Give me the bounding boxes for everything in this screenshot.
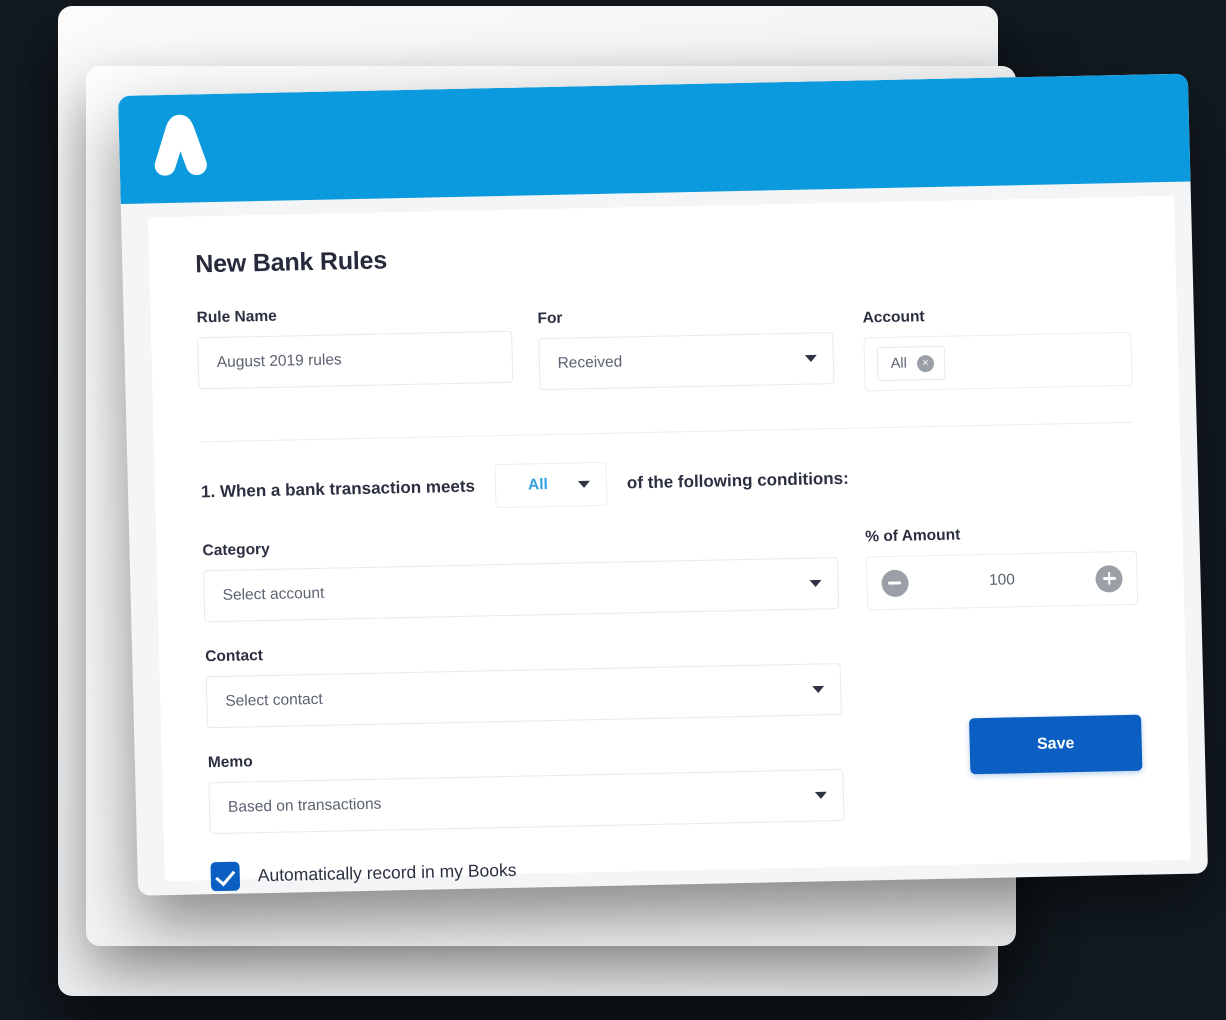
account-chip-all[interactable]: All ×	[876, 345, 946, 382]
app-header-bar	[118, 73, 1191, 204]
save-button[interactable]: Save	[969, 714, 1143, 775]
rule-name-group: Rule Name August 2019 rules	[196, 303, 514, 390]
auto-record-checkbox[interactable]	[210, 861, 241, 892]
for-group: For Received	[537, 296, 835, 391]
auto-record-label: Automatically record in my Books	[257, 859, 517, 886]
percent-of-amount-label: % of Amount	[865, 526, 961, 546]
memo-select-value: Based on transactions	[227, 795, 382, 816]
chevron-down-icon	[577, 480, 591, 488]
chevron-down-icon	[809, 579, 822, 588]
caret-a-logo-icon	[154, 114, 207, 176]
conditions-sentence: 1. When a bank transaction meets All of …	[200, 451, 1135, 515]
condition-fields-column: Category Select account Contact Select c…	[202, 529, 845, 860]
category-label: Category	[202, 540, 270, 560]
chevron-down-icon	[812, 685, 825, 694]
top-field-row: Rule Name August 2019 rules For Received…	[196, 290, 1133, 406]
chevron-down-icon	[804, 354, 817, 363]
plus-circle-icon[interactable]	[1095, 564, 1123, 593]
percent-of-amount-stepper: 100	[865, 550, 1139, 611]
minus-circle-icon[interactable]	[881, 569, 909, 597]
account-group: Account All ×	[862, 290, 1133, 392]
contact-select[interactable]: Select contact	[205, 662, 842, 729]
percent-of-amount-value[interactable]: 100	[908, 570, 1096, 592]
contact-group: Contact Select contact	[205, 635, 842, 729]
close-circle-icon[interactable]: ×	[916, 354, 935, 372]
memo-label: Memo	[207, 753, 253, 772]
account-token-field[interactable]: All ×	[863, 331, 1133, 392]
account-chip-label: All	[890, 355, 908, 372]
application-window: New Bank Rules Rule Name August 2019 rul…	[118, 73, 1209, 896]
match-type-select[interactable]: All	[494, 461, 608, 509]
page-title: New Bank Rules	[194, 246, 388, 279]
match-type-value: All	[527, 476, 549, 494]
auto-record-group[interactable]: Automatically record in my Books	[210, 856, 517, 892]
chevron-down-icon	[814, 791, 827, 800]
form-panel: New Bank Rules Rule Name August 2019 rul…	[148, 195, 1191, 892]
category-select[interactable]: Select account	[203, 557, 840, 623]
category-group: Category Select account	[202, 529, 840, 623]
memo-select[interactable]: Based on transactions	[208, 768, 845, 835]
conditions-body: Category Select account Contact Select c…	[202, 523, 1144, 860]
for-select-value: Received	[557, 353, 623, 372]
account-label: Account	[862, 308, 925, 327]
category-select-value: Select account	[222, 584, 325, 604]
percent-of-amount-column: % of Amount 100	[865, 523, 1144, 847]
contact-select-value: Select contact	[225, 690, 323, 710]
rule-name-label: Rule Name	[196, 307, 277, 327]
conditions-prefix-text: 1. When a bank transaction meets	[200, 476, 476, 502]
contact-label: Contact	[205, 647, 264, 666]
for-label: For	[537, 309, 563, 328]
section-divider	[199, 421, 1134, 443]
for-select[interactable]: Received	[537, 332, 835, 391]
rule-name-input[interactable]: August 2019 rules	[197, 330, 514, 390]
memo-group: Memo Based on transactions	[207, 741, 845, 835]
scene: New Bank Rules Rule Name August 2019 rul…	[0, 0, 1226, 1020]
conditions-suffix-text: of the following conditions:	[626, 468, 850, 493]
